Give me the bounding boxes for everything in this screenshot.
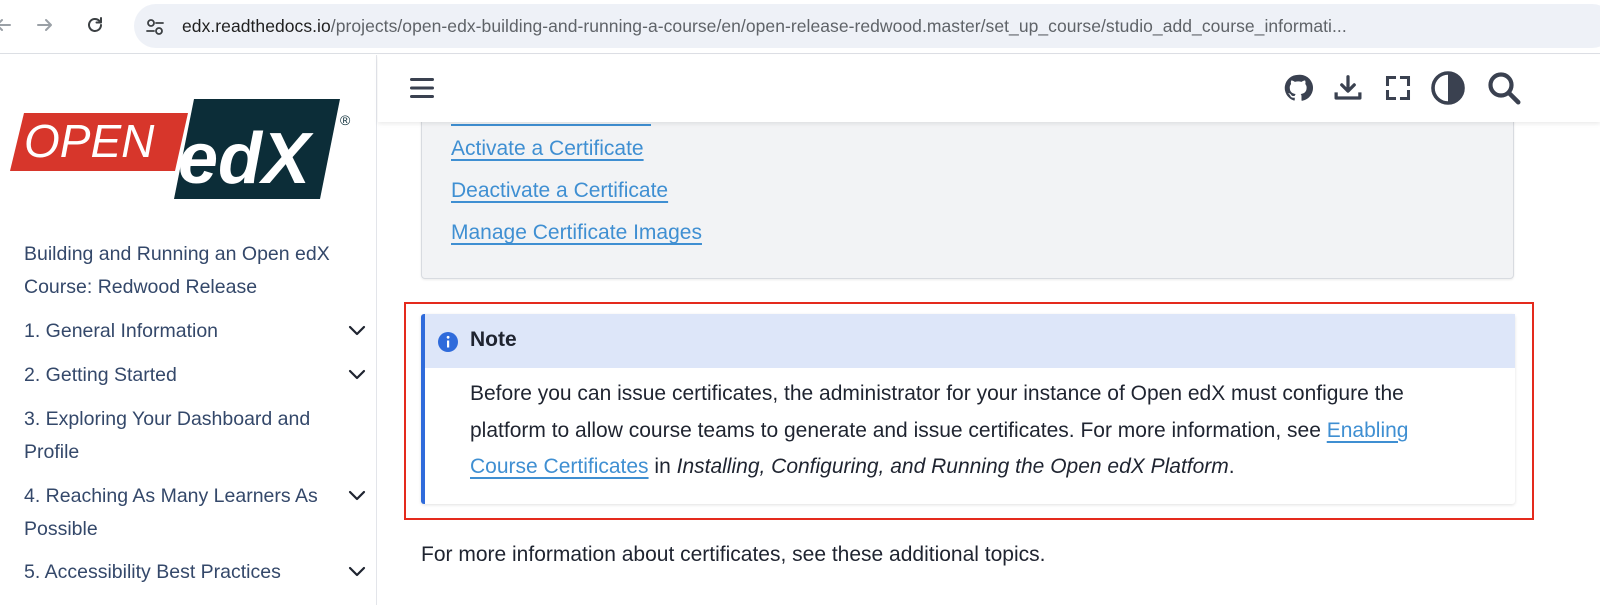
url-host: edx.readthedocs.io [182,16,331,36]
toc-link-deactivate-certificate[interactable]: Deactivate a Certificate [451,179,668,203]
book-title: Installing, Configuring, and Running the… [676,455,1229,478]
sidebar-item-label: 2. Getting Started [24,364,177,386]
download-button[interactable] [1330,70,1366,106]
github-icon [1284,74,1313,101]
chevron-down-icon[interactable] [347,564,367,580]
top-header [378,55,1600,122]
sidebar-item-label: 4. Reaching As Many Learners As Possible [24,485,318,540]
github-button[interactable] [1280,70,1316,106]
theme-toggle-icon [1431,71,1465,105]
main-content: Activate a Certificate Deactivate a Cert… [378,122,1600,605]
body-paragraph: For more information about certificates,… [421,543,1046,566]
sidebar-item-label: 5. Accessibility Best Practices [24,561,281,583]
related-topics-box: Activate a Certificate Deactivate a Cert… [421,122,1514,279]
note-text-end: . [1228,455,1235,478]
sidebar-item-label: 1. General Information [24,320,219,342]
note-title: Note [470,328,517,351]
fullscreen-button[interactable] [1380,70,1416,106]
note-text: Before you can issue certificates, the a… [470,382,1404,442]
chevron-down-icon[interactable] [347,367,367,383]
reload-icon [88,17,102,32]
sidebar-item-reaching-learners[interactable]: 4. Reaching As Many Learners As Possible [24,480,369,546]
note-header: Note [425,314,1515,368]
note-body: Before you can issue certificates, the a… [470,376,1480,486]
search-button[interactable] [1486,70,1522,106]
fullscreen-icon [1385,75,1411,101]
download-icon [1334,75,1362,100]
info-icon [438,332,458,352]
menu-icon[interactable] [408,75,436,101]
sidebar-item-general-information[interactable]: 1. General Information [24,315,369,348]
theme-toggle-button[interactable] [1430,70,1466,106]
forward-button[interactable] [30,10,60,40]
browser-toolbar: edx.readthedocs.io/projects/open-edx-bui… [0,0,1600,54]
sidebar-item-exploring-dashboard[interactable]: 3. Exploring Your Dashboard and Profile [24,403,369,469]
sidebar-item-getting-started[interactable]: 2. Getting Started [24,359,369,392]
back-button[interactable] [0,10,18,40]
address-bar[interactable]: edx.readthedocs.io/projects/open-edx-bui… [134,4,1600,48]
search-icon [1488,72,1521,105]
logo-edx-text: edX [178,119,314,199]
toc-link-activate-certificate[interactable]: Activate a Certificate [451,137,644,161]
logo-registered-mark: ® [340,112,351,128]
sidebar-item-label: 3. Exploring Your Dashboard and Profile [24,408,311,463]
url-text[interactable]: edx.readthedocs.io/projects/open-edx-bui… [182,16,1347,37]
open-edx-logo[interactable]: OPEN edX ® [10,99,355,204]
sidebar-item-accessibility[interactable]: 5. Accessibility Best Practices [24,556,369,589]
logo-open-text: OPEN [24,115,155,167]
note-text-in: in [654,455,671,478]
reload-button[interactable] [80,10,110,40]
note-admonition: Note Before you can issue certificates, … [421,314,1515,504]
url-path: /projects/open-edx-building-and-running-… [330,16,1347,36]
chevron-down-icon[interactable] [347,488,367,504]
sidebar-home-link[interactable]: Building and Running an Open edX Course:… [24,238,354,304]
toc-link-partial-underline[interactable] [451,124,651,126]
chevron-down-icon[interactable] [347,323,367,339]
arrow-right-icon [37,19,52,31]
toc-link-manage-certificate-images[interactable]: Manage Certificate Images [451,221,702,245]
arrow-left-icon [0,19,11,31]
site-settings-icon[interactable] [144,16,166,38]
sidebar: OPEN edX ® Building and Running an Open … [0,55,377,605]
